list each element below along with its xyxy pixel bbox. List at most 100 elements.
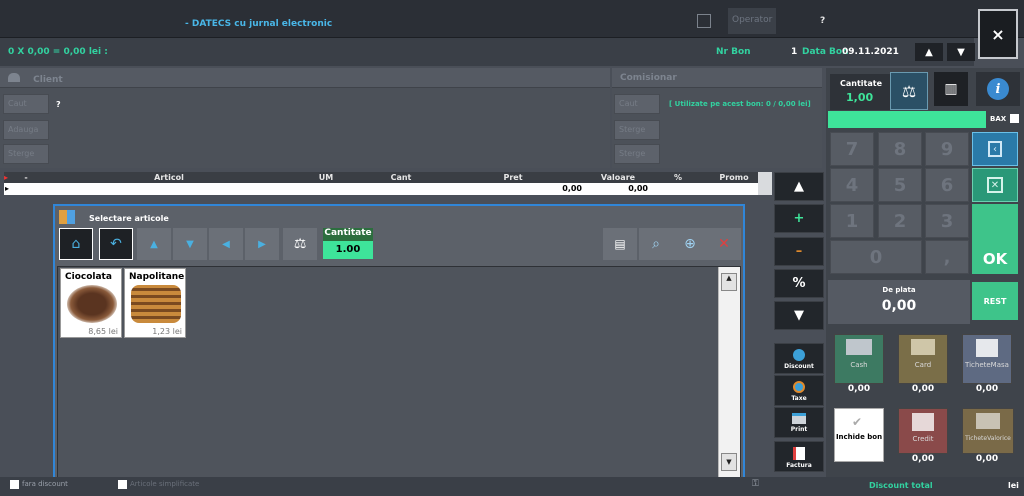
comisionar-delete-all-button[interactable]: Sterge <box>614 144 660 164</box>
client-title: Client <box>33 75 63 85</box>
prev-button[interactable]: ◀ <box>209 228 243 260</box>
scroll-up-button[interactable]: ▲ <box>721 273 737 291</box>
tichete-valorice-button[interactable]: TicheteValorice <box>962 408 1014 454</box>
page-up-button[interactable]: ▲ <box>137 228 171 260</box>
scale-weigh-button[interactable]: ⚖ <box>890 72 928 110</box>
tichete-masa-label: TicheteMasa <box>965 361 1009 369</box>
qty-minus-button[interactable]: – <box>774 237 824 266</box>
bank-icon <box>976 339 998 357</box>
scale-icon: ⚖ <box>293 236 307 252</box>
operator-field[interactable]: Operator <box>728 8 776 34</box>
barcode-button[interactable]: ▥ <box>934 72 968 106</box>
rest-button[interactable]: REST <box>972 282 1018 320</box>
client-panel-header: Client <box>0 68 610 88</box>
search-button[interactable]: ⌕ <box>639 228 673 260</box>
right-qty-value: 1,00 <box>846 91 874 104</box>
articole-checkbox[interactable] <box>118 480 127 489</box>
client-search-button[interactable]: Caut <box>3 94 49 114</box>
col-um: UM <box>318 173 334 182</box>
right-panel: Cantitate 1,00 ⚖ ▥ i BAX 7 8 9 4 5 6 1 2… <box>826 68 1024 477</box>
tichete-valorice-payment[interactable]: TicheteValorice 0,00 <box>962 408 1014 464</box>
triangle-up-icon: ▲ <box>150 238 158 250</box>
page-down-button[interactable]: ▼ <box>173 228 207 260</box>
product-image <box>131 285 181 323</box>
qty-plus-button[interactable]: + <box>774 204 824 233</box>
products-scrollbar[interactable]: ▲ ▼ <box>718 267 740 479</box>
card-payment[interactable]: Card 0,00 <box>898 334 948 394</box>
advanced-search-button[interactable]: ⊕ <box>673 228 707 260</box>
key-comma[interactable]: , <box>925 240 969 274</box>
taxe-icon <box>793 381 805 393</box>
taxe-button[interactable]: Taxe <box>774 375 824 406</box>
discount-button[interactable]: Discount <box>774 343 824 374</box>
info-button[interactable]: i <box>976 72 1020 106</box>
key-4[interactable]: 4 <box>830 168 874 202</box>
product-tile-napolitane[interactable]: Napolitane 1,23 lei <box>124 268 186 338</box>
key-0[interactable]: 0 <box>830 240 922 274</box>
row-pret: 0,00 <box>562 184 582 193</box>
client-add-button[interactable]: Adauga <box>3 120 49 140</box>
credit-payment[interactable]: Credit 0,00 <box>898 408 948 464</box>
tichete-masa-payment[interactable]: TicheteMasa 0,00 <box>962 334 1012 394</box>
close-button[interactable]: × <box>978 9 1018 59</box>
key-8[interactable]: 8 <box>878 132 922 166</box>
back-button[interactable]: ↶ <box>99 228 133 260</box>
right-qty-box[interactable]: Cantitate 1,00 <box>830 74 890 110</box>
comisionar-panel: Comisionar [ Utilizate pe acest bon: 0 /… <box>612 68 822 168</box>
col-cant: Cant <box>390 173 412 182</box>
right-qty-label: Cantitate <box>840 79 883 88</box>
discount-icon <box>793 349 805 361</box>
cash-payment[interactable]: Cash 0,00 <box>834 334 884 394</box>
tichete-masa-button[interactable]: TicheteMasa <box>962 334 1012 384</box>
tichete-valorice-label: TicheteValorice <box>965 435 1011 442</box>
percent-button[interactable]: % <box>774 269 824 298</box>
product-tile-ciocolata[interactable]: Ciocolata 8,65 lei <box>60 268 122 338</box>
row-up-button[interactable]: ▲ <box>774 172 824 201</box>
client-delete-button[interactable]: Sterge <box>3 144 49 164</box>
key-3[interactable]: 3 <box>925 204 969 238</box>
next-bon-button[interactable]: ▼ <box>947 43 975 61</box>
key-6[interactable]: 6 <box>925 168 969 202</box>
discount-total-label: Discount total <box>869 481 933 490</box>
next-button[interactable]: ▶ <box>245 228 279 260</box>
comisionar-search-button[interactable]: Caut <box>614 94 660 114</box>
key-9[interactable]: 9 <box>925 132 969 166</box>
client-panel: Client ? Caut Adauga Sterge <box>0 68 610 168</box>
dialog-quantity[interactable]: Cantitate 1.00 <box>323 228 373 261</box>
comisionar-info: [ Utilizate pe acest bon: 0 / 0,00 lei] <box>669 100 811 108</box>
document-check-icon: ▤ <box>614 237 626 251</box>
key-1[interactable]: 1 <box>830 204 874 238</box>
home-icon: ⌂ <box>71 236 81 252</box>
comisionar-delete-button[interactable]: Sterge <box>614 120 660 140</box>
ok-button[interactable]: OK <box>972 204 1018 274</box>
factura-label: Factura <box>786 462 812 469</box>
inchide-bon-button[interactable]: ✔ Inchide bon <box>834 408 884 462</box>
fara-discount-checkbox[interactable] <box>10 480 19 489</box>
table-row[interactable]: ▸ 0,00 0,00 <box>4 183 772 195</box>
cash-button[interactable]: Cash <box>834 334 884 384</box>
scroll-down-button[interactable]: ▼ <box>721 453 737 471</box>
card-button[interactable]: Card <box>898 334 948 384</box>
card-value: 0,00 <box>911 384 935 394</box>
bax-checkbox[interactable] <box>1010 114 1019 123</box>
clear-button[interactable]: ✕ <box>972 168 1018 202</box>
key-7[interactable]: 7 <box>830 132 874 166</box>
home-button[interactable]: ⌂ <box>59 228 93 260</box>
backspace-button[interactable]: ‹ <box>972 132 1018 166</box>
document-icon[interactable] <box>697 14 711 28</box>
prev-bon-button[interactable]: ▲ <box>915 43 943 61</box>
factura-button[interactable]: Factura <box>774 441 824 472</box>
dialog-close-button[interactable]: ✕ <box>707 228 741 260</box>
barcode-input[interactable] <box>828 111 986 128</box>
table-scrollbar[interactable] <box>758 172 772 195</box>
products-grid: Ciocolata 8,65 lei Napolitane 1,23 lei ▲… <box>57 266 741 480</box>
scale-button[interactable]: ⚖ <box>283 228 317 260</box>
key-2[interactable]: 2 <box>878 204 922 238</box>
total-line: 0 X 0,00 = 0,00 lei : <box>8 47 108 57</box>
credit-button[interactable]: Credit <box>898 408 948 454</box>
select-doc-button[interactable]: ▤ <box>603 228 637 260</box>
row-down-button[interactable]: ▼ <box>774 301 824 330</box>
key-5[interactable]: 5 <box>878 168 922 202</box>
print-label: Print <box>790 426 808 433</box>
print-button[interactable]: Print <box>774 407 824 438</box>
